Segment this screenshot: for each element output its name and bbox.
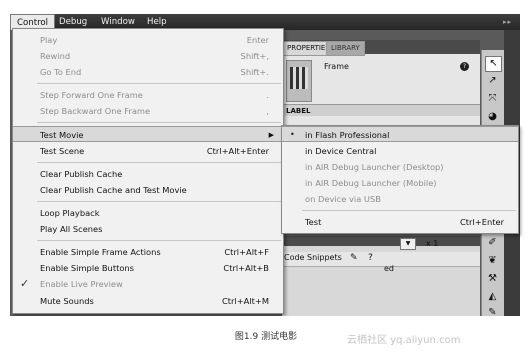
menu-item-step-backward[interactable]: Step Backward One Frame , [13, 103, 283, 119]
menu-item-label: Enable Live Preview [40, 279, 123, 289]
menu-item-label: Go To End [40, 67, 82, 77]
label-section-header[interactable]: LABEL [282, 104, 480, 116]
zoom-value: x 1 [426, 239, 439, 248]
pencil-icon[interactable]: ✎ [350, 253, 358, 263]
menu-item-shortcut: Ctrl+Alt+Enter [206, 146, 269, 156]
submenu-arrow-icon: ▶ [268, 131, 274, 139]
subselection-tool-icon[interactable]: ↗ [485, 74, 500, 88]
submenu-item-test[interactable]: Test Ctrl+Enter [282, 214, 518, 230]
tab-library[interactable]: LIBRARY [326, 41, 365, 56]
menu-item-shortcut: Ctrl+Alt+B [223, 263, 269, 273]
brush-tool-icon[interactable]: ✐ [485, 236, 500, 250]
menu-item-clear-publish-cache[interactable]: Clear Publish Cache [13, 166, 283, 182]
zoom-dropdown[interactable]: ▼ [400, 238, 416, 250]
menu-item-step-forward[interactable]: Step Forward One Frame . [13, 87, 283, 103]
submenu-item-air-mobile[interactable]: in AIR Debug Launcher (Mobile) [282, 175, 518, 191]
submenu-item-label: on Device via USB [305, 194, 381, 204]
menu-item-play-all-scenes[interactable]: Play All Scenes [13, 221, 283, 237]
menu-separator [302, 210, 516, 211]
menu-separator [37, 122, 281, 123]
submenu-item-label: in AIR Debug Launcher (Mobile) [305, 178, 437, 188]
menu-item-shortcut: Ctrl+Alt+F [224, 247, 269, 257]
3d-rotation-tool-icon[interactable]: ◕ [485, 110, 500, 124]
menu-item-loop-playback[interactable]: Loop Playback [13, 205, 283, 221]
menu-separator [37, 240, 281, 241]
menu-item-label: Clear Publish Cache and Test Movie [40, 185, 187, 195]
free-transform-tool-icon[interactable]: ⤧ [485, 92, 500, 106]
menu-item-label: Step Backward One Frame [40, 106, 151, 116]
menu-item-live-preview[interactable]: ✓ Enable Live Preview [13, 276, 283, 292]
menu-item-shortcut: Ctrl+Alt+M [221, 296, 269, 306]
menu-item-shortcut: , [266, 106, 269, 116]
menu-separator [37, 83, 281, 84]
partial-text: ed [384, 264, 394, 273]
submenu-item-shortcut: Ctrl+Enter [460, 217, 504, 227]
frame-thumbnail-icon [286, 60, 312, 102]
menu-item-label: Enable Simple Buttons [40, 263, 134, 273]
menu-item-label: Test Movie [40, 130, 84, 140]
actions-panel: ▼ x 1 Code Snippets ✎ ? ed [282, 236, 480, 316]
submenu-item-device-central[interactable]: in Device Central [282, 143, 518, 159]
menu-item-go-to-end[interactable]: Go To End Shift+. [13, 64, 283, 80]
menu-item-simple-buttons[interactable]: Enable Simple Buttons Ctrl+Alt+B [13, 260, 283, 276]
actions-panel-header [282, 236, 480, 246]
submenu-item-label: in AIR Debug Launcher (Desktop) [305, 162, 444, 172]
submenu-item-flash-professional[interactable]: • in Flash Professional [282, 126, 518, 142]
help-circle-icon[interactable]: ? [368, 253, 373, 263]
code-snippets-bar: Code Snippets ✎ ? [282, 252, 480, 267]
control-menu: Play Enter Rewind Shift+, Go To End Shif… [12, 28, 284, 314]
menu-item-play[interactable]: Play Enter [13, 32, 283, 48]
properties-tabs: PROPERTIES LIBRARY [282, 40, 480, 56]
menu-item-test-movie[interactable]: Test Movie ▶ [13, 126, 283, 142]
menu-separator [37, 201, 281, 202]
submenu-item-air-desktop[interactable]: in AIR Debug Launcher (Desktop) [282, 159, 518, 175]
screenshot-area: Control Debug Window Help ▸▸ PROPERTIES … [0, 0, 532, 316]
menu-item-label: Play All Scenes [40, 224, 103, 234]
menu-item-clear-cache-and-test[interactable]: Clear Publish Cache and Test Movie [13, 182, 283, 198]
menu-item-label: Mute Sounds [40, 296, 94, 306]
menu-item-label: Enable Simple Frame Actions [40, 247, 161, 257]
selection-tool-icon[interactable]: ↖ [485, 56, 502, 72]
help-icon[interactable]: ? [460, 62, 469, 71]
selected-bullet-icon: • [290, 130, 295, 139]
properties-panel: PROPERTIES LIBRARY Frame ? LABEL [282, 40, 480, 125]
menu-item-label: Play [40, 35, 58, 45]
eyedropper-tool-icon[interactable]: ✎ [485, 306, 500, 316]
frame-label: Frame [324, 62, 349, 71]
submenu-item-label: in Device Central [305, 146, 377, 156]
menu-item-shortcut: Enter [246, 35, 269, 45]
menu-item-mute-sounds[interactable]: Mute Sounds Ctrl+Alt+M [13, 293, 283, 309]
watermark: 云栖社区 yq.aliyun.com [347, 335, 461, 346]
submenu-item-label: Test [305, 217, 322, 227]
menu-item-label: Step Forward One Frame [40, 90, 143, 100]
submenu-item-device-usb[interactable]: on Device via USB [282, 191, 518, 207]
menu-item-rewind[interactable]: Rewind Shift+, [13, 48, 283, 64]
menu-item-shortcut: Shift+, [240, 51, 269, 61]
menu-item-label: Rewind [40, 51, 71, 61]
submenu-item-label: in Flash Professional [305, 130, 390, 140]
bone-tool-icon[interactable]: ⚒ [485, 272, 500, 286]
menu-separator [37, 162, 281, 163]
paint-bucket-tool-icon[interactable]: ◭ [485, 290, 500, 304]
menu-item-shortcut: Shift+. [240, 67, 269, 77]
deco-tool-icon[interactable]: ❦ [485, 254, 500, 268]
menu-item-test-scene[interactable]: Test Scene Ctrl+Alt+Enter [13, 143, 283, 159]
menu-item-label: Loop Playback [40, 208, 100, 218]
collapse-panels-icon[interactable]: ▸▸ [503, 18, 512, 26]
menu-item-label: Test Scene [40, 146, 85, 156]
menu-item-shortcut: . [266, 90, 269, 100]
menu-item-simple-frame-actions[interactable]: Enable Simple Frame Actions Ctrl+Alt+F [13, 244, 283, 260]
test-movie-submenu: • in Flash Professional in Device Centra… [281, 125, 519, 234]
checkmark-icon: ✓ [20, 277, 30, 290]
code-snippets-label[interactable]: Code Snippets [284, 253, 342, 262]
menu-item-label: Clear Publish Cache [40, 169, 123, 179]
